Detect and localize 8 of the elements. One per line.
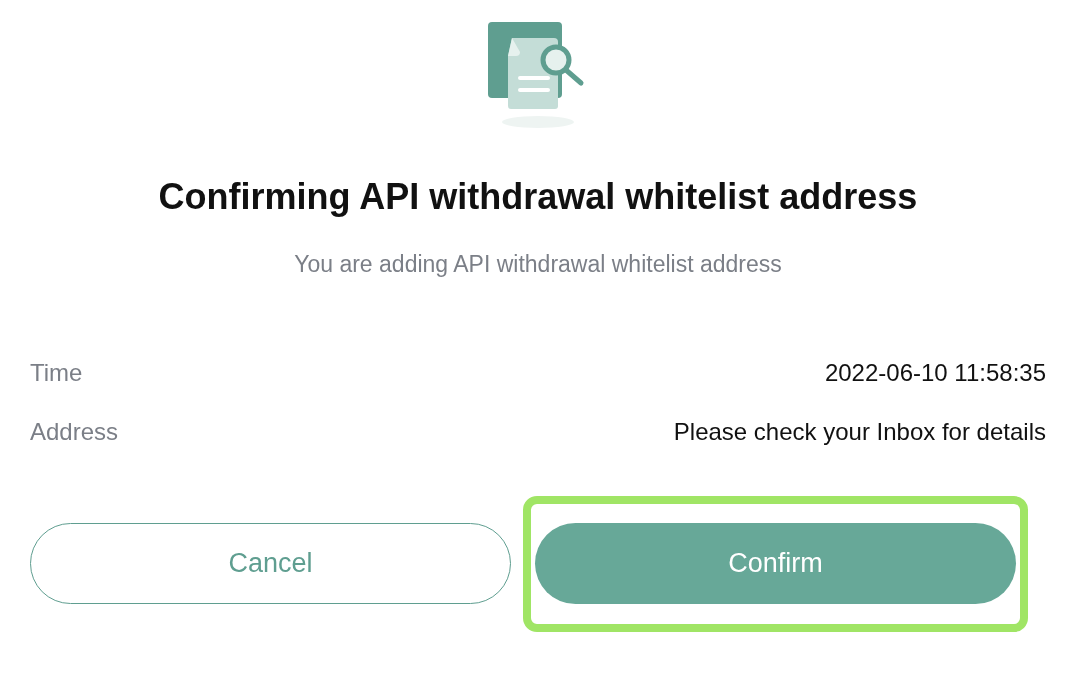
detail-value: Please check your Inbox for details <box>673 416 1046 446</box>
cancel-button[interactable]: Cancel <box>30 522 511 604</box>
detail-label: Address <box>30 416 119 446</box>
dialog-subtitle: You are adding API withdrawal whitelist address <box>294 250 782 279</box>
detail-value: 2022-06-10 11:58:35 <box>824 357 1046 387</box>
confirm-button[interactable]: Confirm <box>535 522 1016 604</box>
detail-label: Time <box>30 357 83 387</box>
dialog-title: Confirming API withdrawal whitelist address <box>158 175 918 219</box>
